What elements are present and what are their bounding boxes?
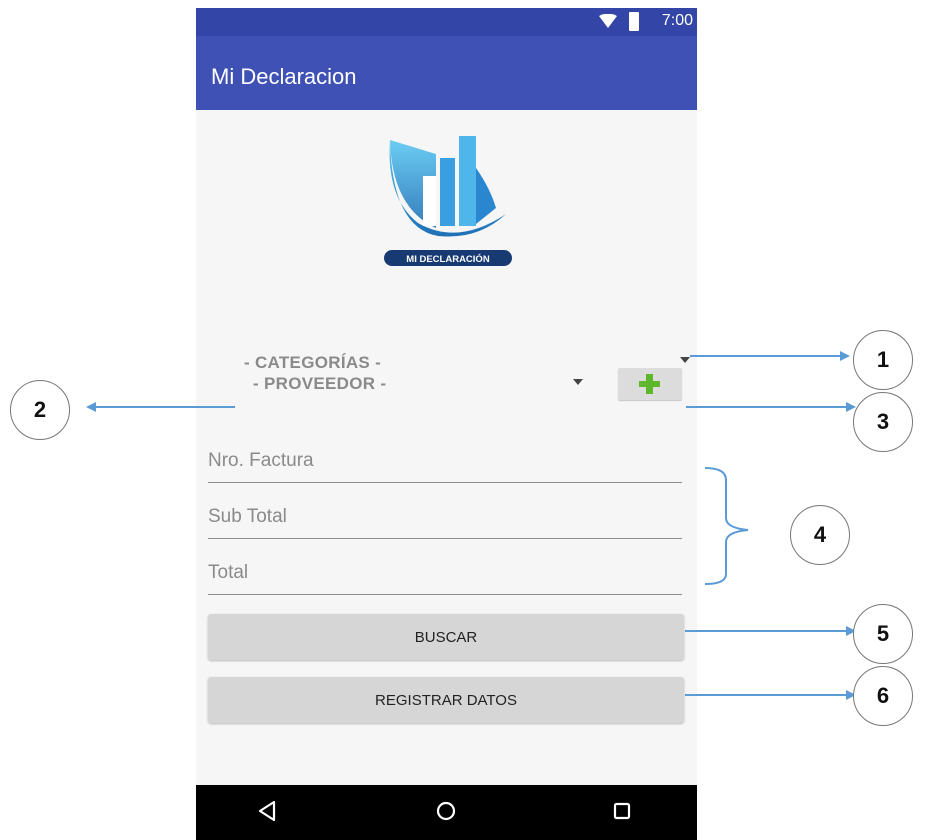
annotation-2: 2 xyxy=(10,380,70,440)
fields-bracket xyxy=(704,467,749,585)
annotation-5: 5 xyxy=(853,604,913,664)
annotation-4: 4 xyxy=(790,505,850,565)
annotation-1: 1 xyxy=(853,330,913,390)
annotation-arrows xyxy=(86,351,856,700)
annotation-3: 3 xyxy=(853,392,913,452)
annotation-6: 6 xyxy=(853,666,913,726)
